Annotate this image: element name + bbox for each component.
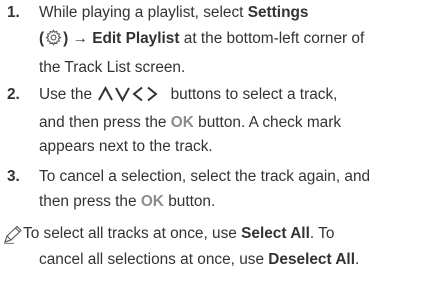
step-line: appears next to the track. bbox=[39, 138, 213, 155]
step-number: 1. bbox=[7, 4, 20, 21]
text-run: button. bbox=[163, 193, 216, 210]
text-run: . bbox=[354, 251, 360, 268]
note-line: To select all tracks at once, use Select… bbox=[23, 221, 428, 247]
step-number: 3. bbox=[7, 168, 20, 185]
text-run: buttons to select a track, bbox=[166, 86, 338, 103]
note-line: cancel all selections at once, use Desel… bbox=[23, 247, 428, 273]
text-run: then press the bbox=[39, 193, 141, 210]
paren-open: ( bbox=[39, 30, 45, 47]
step-line: To cancel a selection, select the track … bbox=[39, 168, 371, 185]
note-text: To select all tracks at once, use Select… bbox=[23, 221, 428, 273]
text-run: button. A check mark bbox=[193, 114, 342, 131]
settings-label: Settings bbox=[247, 4, 309, 21]
step-line: the Track List screen. bbox=[39, 59, 186, 76]
deselect-all-label: Deselect All bbox=[268, 251, 355, 268]
step-line: then press the OK button. bbox=[39, 190, 444, 214]
step-text: While playing a playlist, select Setting… bbox=[39, 0, 444, 81]
text-run: and then press the bbox=[39, 114, 171, 131]
step-line: () → Edit Playlist at the bottom-left co… bbox=[39, 26, 444, 55]
text-run: . To bbox=[309, 225, 335, 242]
text-run: Use the bbox=[39, 86, 97, 103]
step-text: Use the buttons to select a track, and t… bbox=[39, 82, 444, 159]
text-run: While playing a playlist, select bbox=[39, 4, 248, 21]
note-pencil-icon bbox=[3, 225, 23, 249]
step-number: 2. bbox=[7, 86, 20, 103]
ok-label: OK bbox=[140, 193, 164, 210]
gear-icon bbox=[45, 29, 62, 55]
step-line: and then press the OK button. A check ma… bbox=[39, 111, 444, 135]
text-run: at the bottom-left corner of bbox=[179, 30, 365, 47]
step-text: To cancel a selection, select the track … bbox=[39, 164, 444, 214]
text-run: To select all tracks at once, use bbox=[23, 225, 242, 242]
instruction-document: 1. While playing a playlist, select Sett… bbox=[0, 0, 448, 281]
direction-arrows-icon bbox=[98, 85, 164, 111]
ok-label: OK bbox=[170, 114, 194, 131]
step-line: While playing a playlist, select Setting… bbox=[39, 0, 444, 26]
select-all-label: Select All bbox=[241, 225, 310, 242]
edit-playlist-label: Edit Playlist bbox=[92, 30, 180, 47]
step-line: Use the buttons to select a track, bbox=[39, 82, 444, 111]
text-run: cancel all selections at once, use bbox=[39, 251, 269, 268]
paren-close: ) bbox=[63, 30, 69, 47]
arrow-symbol: → bbox=[72, 30, 88, 47]
